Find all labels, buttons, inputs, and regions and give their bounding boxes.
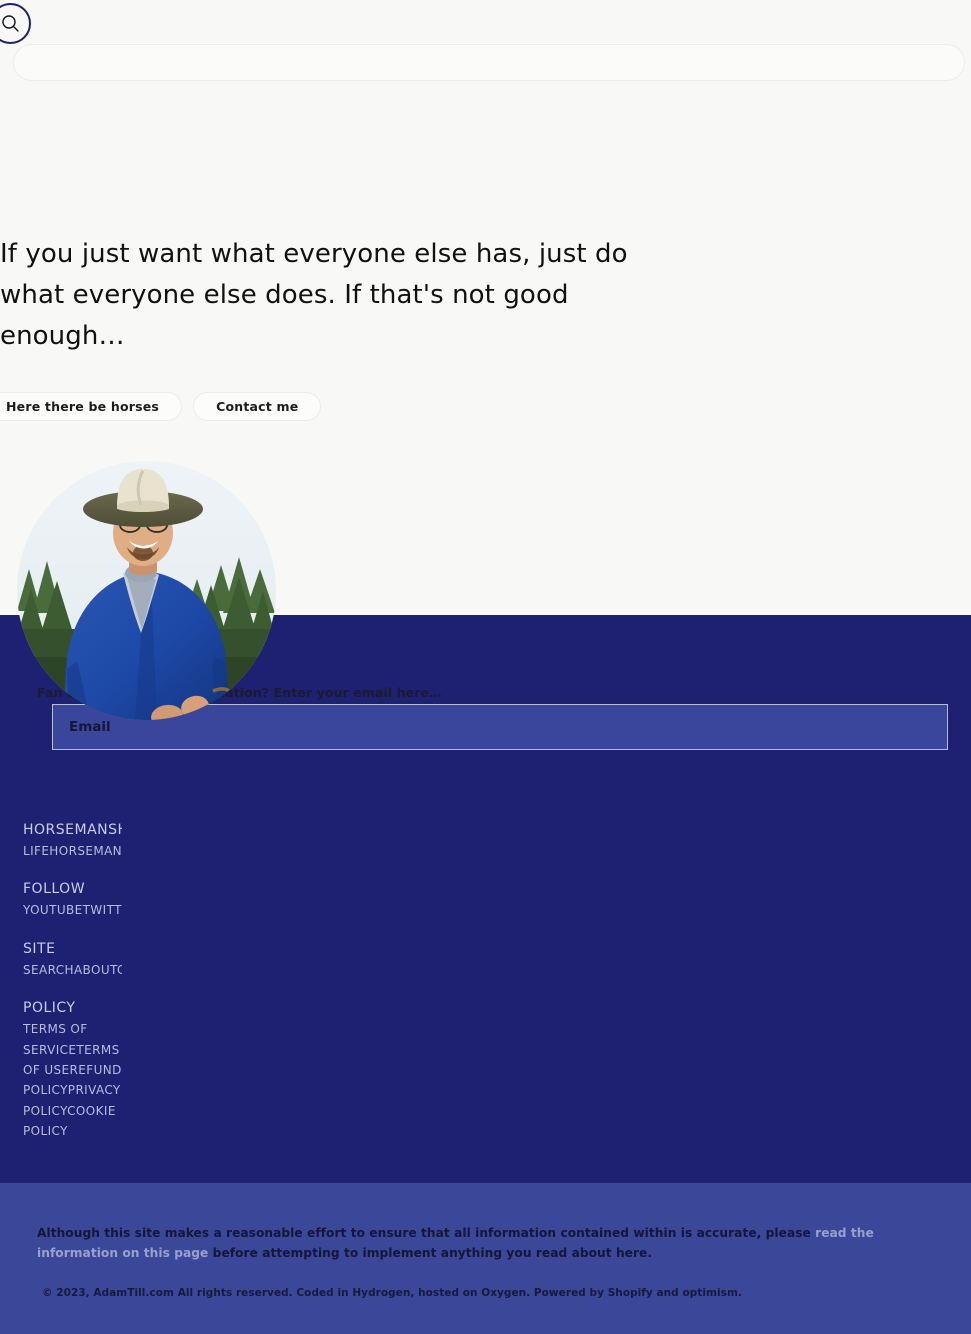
search-toggle-button[interactable] <box>0 3 31 44</box>
footer-group-links[interactable]: SEARCHABOUTCONTACT <box>23 960 122 980</box>
footer-group-policy: POLICY TERMS OF SERVICETERMS OF USEREFUN… <box>23 998 122 1141</box>
footer-group-links[interactable]: YOUTUBETWITTER <box>23 900 122 920</box>
footer-group-follow: FOLLOW YOUTUBETWITTER <box>23 879 122 920</box>
footer-group-horsemanship: HORSEMANSHIP LIFEHORSEMANSHIP TEACHERSSA… <box>23 820 122 861</box>
here-there-be-horses-button[interactable]: Here there be horses <box>0 392 183 421</box>
disclaimer-text-after: before attempting to implement anything … <box>208 1246 653 1260</box>
footer-group-links[interactable]: TERMS OF SERVICETERMS OF USEREFUND POLIC… <box>23 1019 122 1141</box>
profile-photo <box>17 461 276 720</box>
footer-group-links[interactable]: LIFEHORSEMANSHIP TEACHERSSADDLES <box>23 841 122 861</box>
disclaimer-text-before: Although this site makes a reasonable ef… <box>37 1226 816 1240</box>
copyright-text: © 2023, AdamTill.com All rights reserved… <box>42 1287 742 1299</box>
footer-group-title: POLICY <box>23 1000 76 1017</box>
footer-group-title: FOLLOW <box>23 881 86 898</box>
hero-action-buttons: Here there be horses Contact me <box>0 392 322 421</box>
search-region <box>0 0 971 215</box>
footer-group-title: SITE <box>23 940 56 957</box>
search-icon <box>1 14 20 33</box>
footer-group-site: SITE SEARCHABOUTCONTACT <box>23 939 122 980</box>
bottom-bar: Although this site makes a reasonable ef… <box>0 1183 971 1334</box>
search-input[interactable] <box>13 44 965 81</box>
footer-group-title: HORSEMANSHIP <box>23 822 122 838</box>
footer-navigation: HORSEMANSHIP LIFEHORSEMANSHIP TEACHERSSA… <box>23 820 122 1142</box>
contact-me-button[interactable]: Contact me <box>193 392 322 421</box>
disclaimer-text: Although this site makes a reasonable ef… <box>37 1223 937 1263</box>
page-title: If you just want what everyone else has,… <box>0 239 628 351</box>
